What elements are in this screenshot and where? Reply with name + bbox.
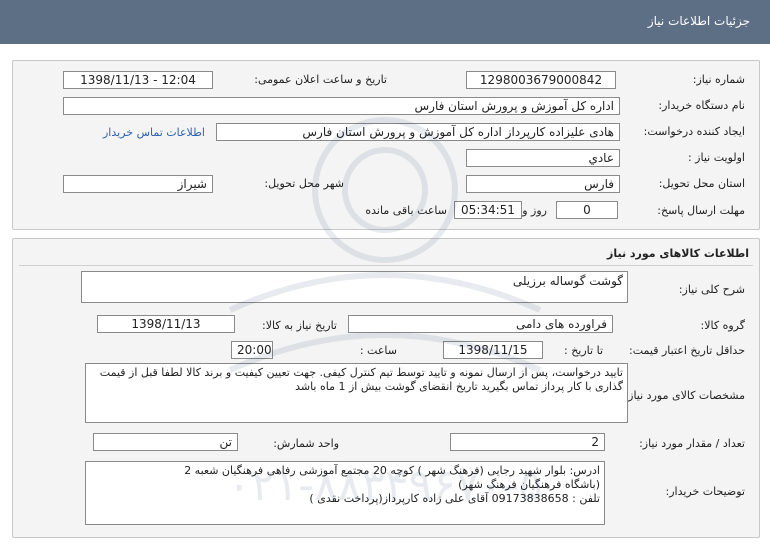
need-number-label: شماره نیاز: (692, 73, 745, 86)
qty-field[interactable]: 2 (450, 433, 605, 451)
city-field[interactable]: شیراز (63, 175, 213, 193)
need-number-field[interactable]: 1298003679000842 (466, 71, 616, 89)
qty-label: تعداد / مقدار مورد نیاز: (639, 437, 745, 450)
validity-time-field[interactable]: 20:00 (231, 341, 273, 359)
price-validity-label: حداقل تاریخ اعتبار قیمت: (629, 344, 745, 357)
buyer-org-field[interactable]: اداره کل آموزش و پرورش استان فارس (63, 97, 620, 115)
creator-label: ایجاد کننده درخواست: (643, 125, 745, 138)
buyer-notes-field[interactable]: ادرس: بلوار شهید رجایی (فرهنگ شهر ) کوچه… (85, 461, 605, 525)
time-left-suffix: ساعت باقی مانده (365, 204, 447, 217)
until-date-label: تا تاریخ : (564, 344, 603, 357)
province-field[interactable]: فارس (466, 175, 620, 193)
unit-field[interactable]: تن (93, 433, 238, 451)
creator-field[interactable]: هادی علیزاده کارپرداز اداره کل آموزش و پ… (216, 123, 620, 141)
validity-time-label: ساعت : (359, 344, 397, 357)
need-date-label: تاریخ نیاز به کالا: (262, 319, 337, 332)
buyer-notes-line: تلفن : 09173838658 آقای علی زاده کارپردا… (309, 492, 600, 505)
unit-label: واحد شمارش: (273, 437, 339, 450)
goods-group-label: گروه کالا: (700, 319, 745, 332)
general-desc-field[interactable]: گوشت گوساله برزیلی (81, 271, 628, 303)
section-divider (19, 265, 753, 266)
buyer-contact-link[interactable]: اطلاعات تماس خریدار (103, 126, 205, 139)
goods-info-panel: اطلاعات کالاهای مورد نیاز شرح کلی نیاز: … (12, 238, 760, 538)
title-bar: جزئیات اطلاعات نیاز (0, 0, 770, 44)
announce-date-field[interactable]: 1398/11/13 - 12:04 (63, 71, 213, 89)
time-left-field[interactable]: 05:34:51 (454, 201, 522, 219)
buyer-notes-line: ادرس: بلوار شهید رجایی (فرهنگ شهر ) کوچه… (184, 464, 600, 477)
goods-group-field[interactable]: فراورده های دامی (348, 315, 613, 333)
spec-field[interactable]: تایید درخواست، پس از ارسال نمونه و تایید… (85, 363, 628, 423)
need-info-panel: شماره نیاز: 1298003679000842 تاریخ و ساع… (12, 60, 760, 230)
priority-field[interactable]: عادي (466, 149, 620, 167)
need-date-field[interactable]: 1398/11/13 (97, 315, 235, 333)
province-label: استان محل تحویل: (658, 177, 745, 190)
spec-label: مشخصات کالای مورد نیاز: (624, 389, 745, 402)
buyer-org-label: نام دستگاه خریدار: (658, 99, 745, 112)
goods-section-title: اطلاعات کالاهای مورد نیاز (607, 247, 749, 260)
deadline-label: مهلت ارسال پاسخ: (657, 204, 745, 217)
general-desc-label: شرح کلی نیاز: (678, 283, 745, 296)
city-label: شهر محل تحویل: (264, 177, 344, 190)
validity-date-field[interactable]: 1398/11/15 (443, 341, 543, 359)
page-title: جزئیات اطلاعات نیاز (647, 14, 750, 28)
priority-label: اولویت نیاز : (687, 151, 745, 164)
days-suffix: روز و (522, 204, 547, 217)
announce-date-label: تاریخ و ساعت اعلان عمومی: (254, 73, 387, 86)
buyer-notes-label: توضیحات خریدار: (665, 485, 746, 498)
buyer-notes-line: (باشگاه فرهنگیان فرهنگ شهر) (458, 478, 600, 491)
days-field[interactable]: 0 (556, 201, 618, 219)
